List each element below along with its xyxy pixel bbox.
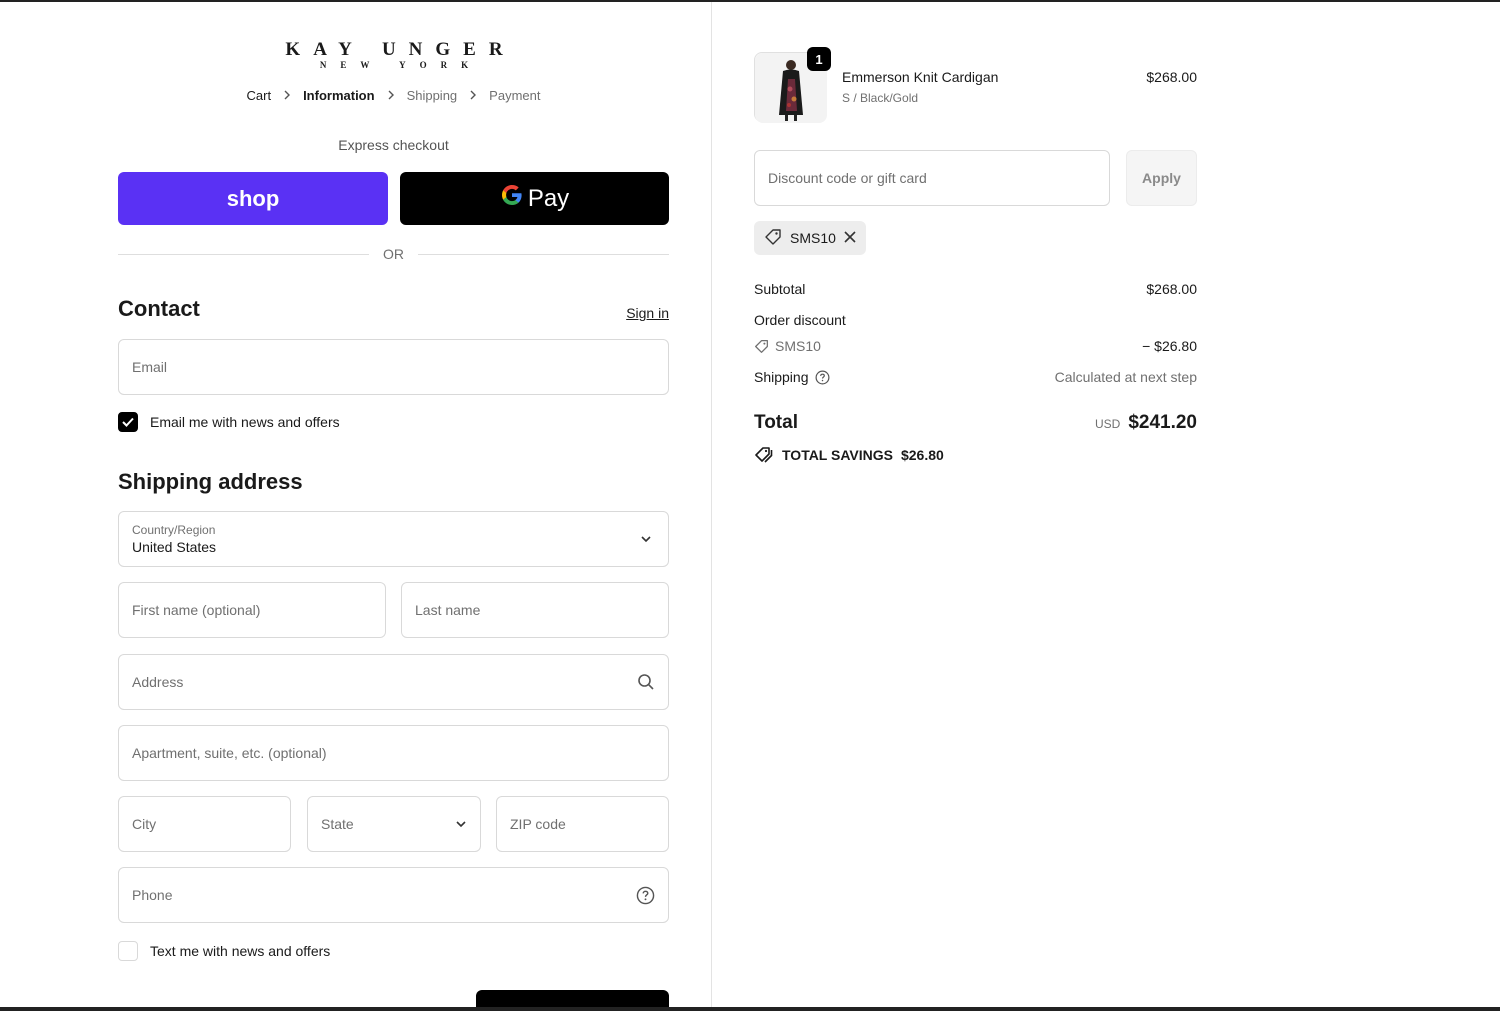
apartment-placeholder: Apartment, suite, etc. (optional) bbox=[132, 745, 327, 761]
total-currency: USD bbox=[1094, 417, 1121, 431]
breadcrumb-payment: Payment bbox=[489, 88, 541, 103]
express-checkout-label: Express checkout bbox=[338, 137, 449, 153]
chevron-right-icon bbox=[283, 89, 291, 103]
country-label: Country/Region bbox=[132, 523, 216, 537]
shop-pay-button[interactable]: shop bbox=[118, 172, 388, 225]
shipping-row: Shipping Calculated at next step bbox=[754, 369, 1197, 385]
apply-discount-button[interactable]: Apply bbox=[1126, 150, 1197, 206]
country-value: United States bbox=[132, 539, 217, 555]
quantity-badge: 1 bbox=[807, 47, 831, 71]
or-divider: OR bbox=[118, 246, 669, 262]
phone-field[interactable]: Phone bbox=[118, 867, 669, 923]
first-name-placeholder: First name (optional) bbox=[132, 602, 261, 618]
phone-placeholder: Phone bbox=[132, 887, 173, 903]
order-discount-row: Order discount bbox=[754, 312, 1197, 328]
order-discount-label: Order discount bbox=[754, 312, 846, 328]
state-placeholder: State bbox=[321, 816, 354, 832]
google-pay-label: Pay bbox=[527, 184, 570, 212]
total-savings: TOTAL SAVINGS $26.80 bbox=[754, 446, 944, 464]
total-value: $241.20 bbox=[1128, 412, 1197, 433]
applied-code: SMS10 bbox=[790, 230, 836, 246]
city-placeholder: City bbox=[132, 816, 157, 832]
product-thumbnail: 1 bbox=[754, 47, 831, 123]
subtotal-label: Subtotal bbox=[754, 281, 806, 297]
shipping-label: Shipping bbox=[754, 369, 809, 385]
chevron-down-icon bbox=[455, 818, 467, 830]
close-icon[interactable] bbox=[844, 230, 856, 246]
subtotal-value: $268.00 bbox=[1146, 281, 1197, 297]
shipping-value: Calculated at next step bbox=[1054, 369, 1197, 385]
total-label: Total bbox=[754, 412, 798, 433]
product-variant: S / Black/Gold bbox=[842, 91, 919, 105]
search-icon bbox=[637, 673, 655, 691]
email-field[interactable]: Email bbox=[118, 339, 669, 395]
subtotal-row: Subtotal $268.00 bbox=[754, 281, 1197, 297]
brand-name: KAY UNGER bbox=[285, 39, 516, 60]
applied-discount-chip: SMS10 bbox=[754, 221, 866, 255]
product-price: $268.00 bbox=[1146, 69, 1197, 85]
apartment-field[interactable]: Apartment, suite, etc. (optional) bbox=[118, 725, 669, 781]
savings-label: TOTAL SAVINGS bbox=[782, 447, 893, 463]
breadcrumb-cart[interactable]: Cart bbox=[247, 88, 272, 103]
chevron-down-icon bbox=[640, 532, 652, 548]
first-name-field[interactable]: First name (optional) bbox=[118, 582, 386, 638]
discount-code-input[interactable]: Discount code or gift card bbox=[754, 150, 1110, 206]
brand-logo[interactable]: KAY UNGER NEW YORK bbox=[256, 39, 532, 71]
breadcrumb-information: Information bbox=[303, 88, 375, 103]
discount-code-row: SMS10 − $26.80 bbox=[754, 338, 1197, 354]
savings-tag-icon bbox=[755, 447, 773, 463]
discount-code-label: SMS10 bbox=[775, 338, 821, 354]
discount-value: − $26.80 bbox=[1142, 338, 1197, 354]
sign-in-link[interactable]: Sign in bbox=[626, 305, 669, 321]
column-divider bbox=[711, 2, 712, 1007]
sms-checkbox[interactable] bbox=[118, 941, 138, 961]
newsletter-checkbox[interactable] bbox=[118, 412, 138, 432]
google-pay-button[interactable]: Pay bbox=[400, 172, 669, 225]
last-name-placeholder: Last name bbox=[415, 602, 481, 618]
newsletter-label: Email me with news and offers bbox=[150, 414, 340, 430]
sms-checkbox-row[interactable]: Text me with news and offers bbox=[118, 941, 330, 961]
total-row: Total USD $241.20 bbox=[754, 412, 1197, 434]
newsletter-checkbox-row[interactable]: Email me with news and offers bbox=[118, 412, 340, 432]
help-icon[interactable] bbox=[636, 886, 655, 905]
address-field[interactable]: Address bbox=[118, 654, 669, 710]
city-field[interactable]: City bbox=[118, 796, 291, 852]
tag-icon bbox=[755, 339, 768, 353]
breadcrumb-shipping: Shipping bbox=[406, 88, 458, 103]
sms-label: Text me with news and offers bbox=[150, 943, 331, 959]
breadcrumb: Cart Information Shipping Payment bbox=[118, 88, 669, 103]
help-icon bbox=[815, 370, 829, 384]
state-select[interactable]: State bbox=[307, 796, 481, 852]
chevron-right-icon bbox=[387, 89, 395, 103]
check-icon bbox=[122, 417, 134, 427]
zip-field[interactable]: ZIP code bbox=[496, 796, 669, 852]
country-select[interactable]: Country/Region United States bbox=[118, 511, 669, 567]
email-placeholder: Email bbox=[132, 359, 168, 375]
last-name-field[interactable]: Last name bbox=[401, 582, 669, 638]
contact-heading: Contact bbox=[118, 296, 200, 321]
discount-placeholder: Discount code or gift card bbox=[768, 170, 927, 186]
or-label: OR bbox=[383, 246, 404, 262]
zip-placeholder: ZIP code bbox=[510, 816, 566, 832]
chevron-right-icon bbox=[469, 89, 477, 103]
shop-pay-logo: shop bbox=[226, 185, 280, 211]
google-g-icon bbox=[500, 183, 524, 214]
tag-icon bbox=[764, 228, 782, 249]
bottom-border bbox=[0, 1007, 1500, 1011]
shipping-address-heading: Shipping address bbox=[118, 469, 303, 494]
savings-value: $26.80 bbox=[900, 447, 944, 463]
top-border bbox=[0, 0, 1500, 2]
brand-sub: NEW YORK bbox=[319, 60, 483, 70]
address-placeholder: Address bbox=[132, 674, 184, 690]
product-name: Emmerson Knit Cardigan bbox=[842, 69, 999, 85]
